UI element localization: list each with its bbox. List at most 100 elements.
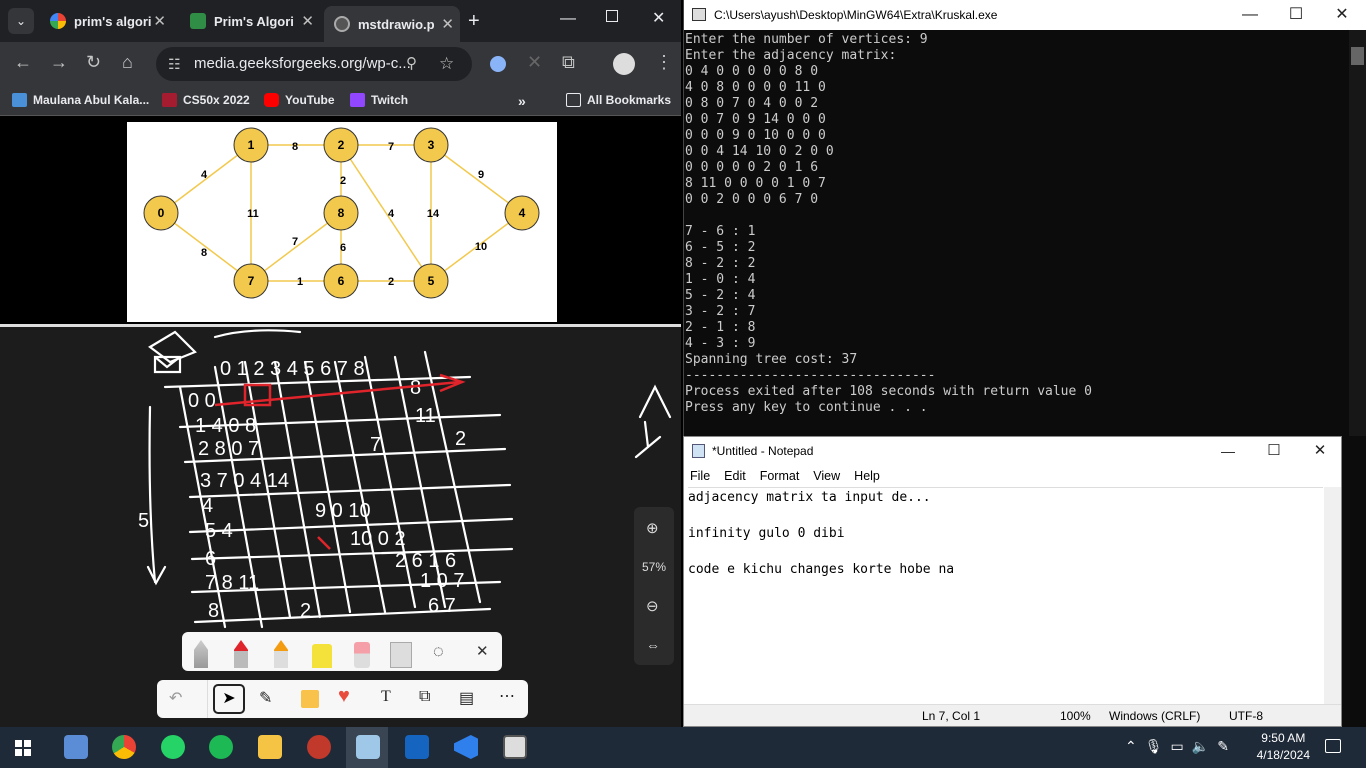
- highlighter-icon[interactable]: [312, 644, 332, 668]
- close-window-button[interactable]: ✕: [1297, 437, 1343, 465]
- zoom-in-icon[interactable]: ⊕: [646, 519, 659, 537]
- console-line: 8 - 2 : 2: [685, 256, 756, 271]
- close-icon[interactable]: ✕: [153, 12, 166, 30]
- select-tool-icon[interactable]: ➤: [213, 684, 245, 714]
- task-view-icon[interactable]: [64, 735, 88, 759]
- zoom-icon[interactable]: ⚲: [406, 47, 417, 81]
- red-marker-icon[interactable]: [234, 640, 248, 668]
- node-label: 8: [338, 206, 345, 220]
- clock[interactable]: 9:50 AM 4/18/2024: [1257, 730, 1310, 764]
- cs50-icon: [162, 93, 177, 107]
- scroll-thumb[interactable]: [1351, 47, 1364, 65]
- more-icon[interactable]: ⋯: [499, 686, 515, 706]
- network-icon[interactable]: ▭: [1171, 738, 1192, 754]
- menu-edit[interactable]: Edit: [724, 469, 746, 483]
- new-tab-button[interactable]: +: [468, 10, 480, 33]
- lasso-select-icon[interactable]: ◌: [433, 641, 444, 662]
- console-taskbar-icon[interactable]: [503, 735, 527, 759]
- mst-graph-image: 4 8 7 9 10 14 4 2 2 1 7 6 11 8 0 1 2 3 4…: [127, 122, 557, 322]
- console-scrollbar[interactable]: [1349, 30, 1366, 436]
- whiteboard-icon[interactable]: [405, 735, 429, 759]
- avatar[interactable]: [613, 53, 635, 75]
- back-icon[interactable]: ←: [14, 52, 32, 73]
- home-icon[interactable]: ⌂: [122, 52, 133, 73]
- close-icon[interactable]: ✕: [301, 12, 314, 30]
- volume-icon[interactable]: 🔈: [1192, 738, 1217, 754]
- reaction-heart-icon[interactable]: ♥: [338, 685, 350, 708]
- menu-help[interactable]: Help: [854, 469, 880, 483]
- forward-icon[interactable]: →: [50, 52, 68, 73]
- tab-prims-algorithm-search[interactable]: prim's algori ✕: [40, 7, 172, 35]
- close-window-button[interactable]: ✕: [1319, 0, 1365, 30]
- node-label: 2: [338, 138, 345, 152]
- all-bookmarks[interactable]: All Bookmarks: [566, 93, 671, 107]
- template-icon[interactable]: ▤: [459, 688, 474, 708]
- minimize-button[interactable]: —: [560, 10, 576, 28]
- notification-icon[interactable]: [1325, 739, 1341, 753]
- orange-pen-icon[interactable]: [274, 640, 288, 668]
- notepad-text-area[interactable]: adjacency matrix ta input de... infinity…: [688, 487, 1323, 704]
- bookmark-label: YouTube: [285, 93, 335, 107]
- bookmark-item[interactable]: Maulana Abul Kala...: [12, 93, 149, 107]
- fit-to-screen-icon[interactable]: ⇔: [646, 637, 660, 653]
- sticky-note-icon[interactable]: [301, 690, 319, 708]
- graph-svg: 4 8 7 9 10 14 4 2 2 1 7 6 11 8 0 1 2 3 4…: [143, 127, 540, 299]
- puzzle-icon[interactable]: ⧉: [562, 52, 575, 73]
- bookmark-label: CS50x 2022: [183, 93, 250, 107]
- svg-text:10 0 2: 10 0 2: [350, 528, 406, 550]
- spotify-icon[interactable]: [209, 735, 233, 759]
- close-icon[interactable]: ✕: [476, 642, 489, 660]
- bookmark-item[interactable]: Twitch: [350, 93, 408, 107]
- tab-mstdrawio[interactable]: mstdrawio.p ✕: [324, 6, 460, 42]
- eraser-icon[interactable]: [354, 642, 370, 668]
- close-window-button[interactable]: ✕: [652, 8, 665, 28]
- node-label: 7: [248, 274, 255, 288]
- pen-icon[interactable]: ✎: [259, 688, 272, 708]
- notepad-icon[interactable]: [356, 735, 380, 759]
- maximize-button[interactable]: ☐: [1273, 0, 1319, 30]
- svg-text:1 0 7: 1 0 7: [420, 570, 464, 592]
- microphone-icon[interactable]: 🎙: [1145, 738, 1171, 754]
- ruler-icon[interactable]: [390, 642, 412, 668]
- site-info-icon[interactable]: ☷: [168, 47, 181, 81]
- tab-prims-algorithm-gfg[interactable]: Prim's Algori ✕: [180, 7, 320, 35]
- svg-text:2: 2: [455, 428, 466, 450]
- address-bar[interactable]: ☷ media.geeksforgeeks.org/wp-c... ⚲ ☆: [156, 47, 472, 81]
- menu-format[interactable]: Format: [760, 469, 800, 483]
- shapes-icon[interactable]: ⧉: [419, 688, 430, 706]
- maximize-button[interactable]: [606, 10, 618, 22]
- maximize-button[interactable]: ☐: [1251, 437, 1297, 465]
- bookmark-favicon-icon: [12, 93, 27, 107]
- more-bookmarks-icon[interactable]: »: [518, 93, 526, 109]
- url-text: media.geeksforgeeks.org/wp-c...: [194, 55, 411, 72]
- extension-icon[interactable]: [490, 56, 506, 72]
- pen-menu-icon[interactable]: ✎: [1217, 738, 1237, 754]
- bookmark-item[interactable]: YouTube: [264, 93, 335, 107]
- bookmark-star-icon[interactable]: ☆: [439, 47, 454, 81]
- minimize-button[interactable]: —: [1205, 437, 1251, 465]
- tab-search-button[interactable]: ⌄: [8, 8, 34, 34]
- close-icon[interactable]: ✕: [441, 15, 454, 33]
- minimize-button[interactable]: —: [1227, 0, 1273, 30]
- whatsapp-icon[interactable]: [161, 735, 185, 759]
- menu-file[interactable]: File: [690, 469, 710, 483]
- console-line: Process exited after 108 seconds with re…: [685, 384, 1092, 399]
- vscode-icon[interactable]: [454, 735, 478, 759]
- reload-icon[interactable]: ↻: [86, 52, 101, 73]
- bookmark-item[interactable]: CS50x 2022: [162, 93, 250, 107]
- chrome-icon[interactable]: [112, 735, 136, 759]
- menu-icon[interactable]: ⋮: [655, 52, 673, 73]
- notepad-scrollbar[interactable]: [1324, 487, 1341, 704]
- zoom-out-icon[interactable]: ⊖: [646, 597, 659, 615]
- menu-view[interactable]: View: [813, 469, 840, 483]
- pencil-icon[interactable]: [194, 640, 208, 668]
- text-icon[interactable]: T: [381, 688, 391, 706]
- dev-cpp-icon[interactable]: [307, 735, 331, 759]
- file-explorer-icon[interactable]: [258, 735, 282, 759]
- edge-label: 7: [388, 141, 394, 153]
- start-button[interactable]: [15, 740, 31, 756]
- extension-x-icon[interactable]: ✕: [527, 52, 542, 73]
- undo-icon[interactable]: ↶: [169, 688, 182, 708]
- chevron-up-icon[interactable]: ⌃: [1125, 738, 1145, 754]
